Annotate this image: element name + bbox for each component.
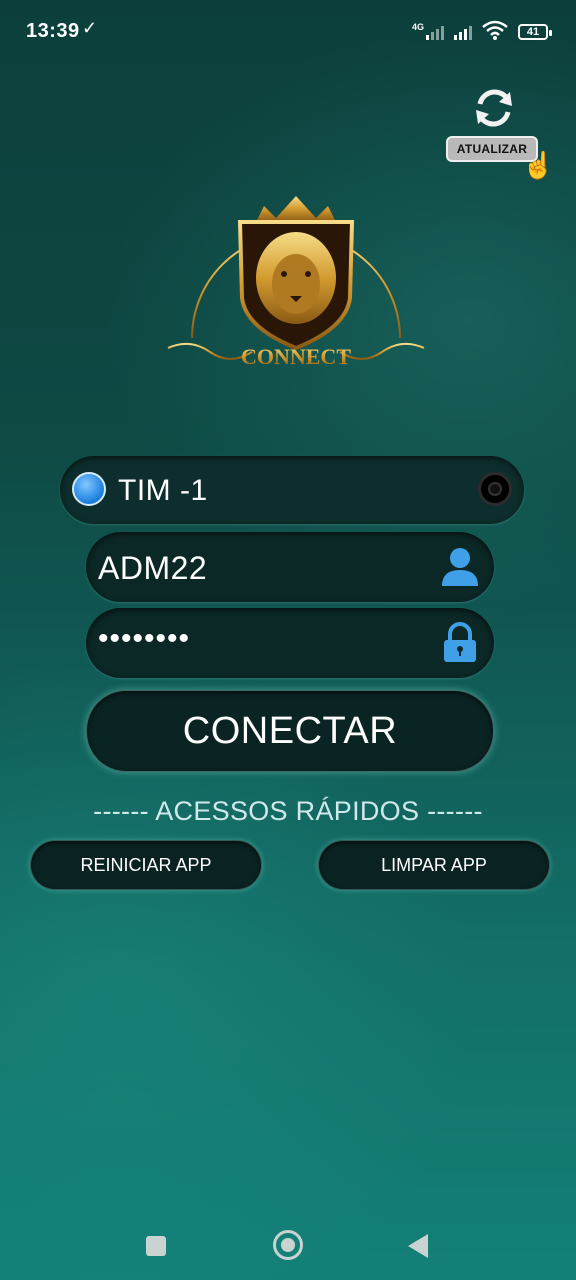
- battery-icon: 41: [518, 24, 552, 40]
- signal-icon-1: [426, 24, 444, 40]
- server-selector[interactable]: TIM -1: [60, 456, 524, 524]
- back-icon[interactable]: [408, 1234, 428, 1258]
- password-value[interactable]: ••••••••: [98, 622, 190, 656]
- status-time: 13:39: [26, 20, 80, 42]
- pointer-hand-icon: ☝: [522, 150, 555, 180]
- username-field[interactable]: ADM22: [86, 532, 494, 602]
- update-button[interactable]: ATUALIZAR ☝: [446, 86, 554, 182]
- download-check-icon: ✓: [82, 18, 98, 38]
- restart-app-button[interactable]: REINICIAR APP: [30, 840, 262, 890]
- server-radio-icon[interactable]: [478, 472, 512, 506]
- logo-text: CONNECT: [241, 344, 351, 369]
- navigation-bar: [0, 1200, 576, 1280]
- refresh-icon: [476, 89, 512, 127]
- status-icons: 4G 41: [411, 20, 552, 40]
- wifi-icon: [482, 20, 508, 40]
- user-icon: [442, 548, 478, 586]
- home-icon[interactable]: [273, 1230, 303, 1260]
- password-field[interactable]: ••••••••: [86, 608, 494, 678]
- status-bar: 13:39 ✓ 4G 41: [0, 0, 576, 64]
- quick-access-title: ------ ACESSOS RÁPIDOS ------: [93, 796, 483, 826]
- clear-app-button[interactable]: LIMPAR APP: [318, 840, 550, 890]
- server-name: TIM -1: [118, 474, 208, 507]
- recents-icon[interactable]: [146, 1236, 166, 1256]
- connect-button[interactable]: CONECTAR: [86, 690, 494, 772]
- signal-icon-2: [454, 24, 472, 40]
- username-value[interactable]: ADM22: [98, 550, 207, 587]
- battery-level: 41: [526, 26, 540, 38]
- network-type: 4G: [411, 22, 424, 32]
- server-status-icon: [72, 472, 106, 506]
- connect-logo: CONNECT: [167, 196, 425, 369]
- lock-icon: [444, 622, 476, 662]
